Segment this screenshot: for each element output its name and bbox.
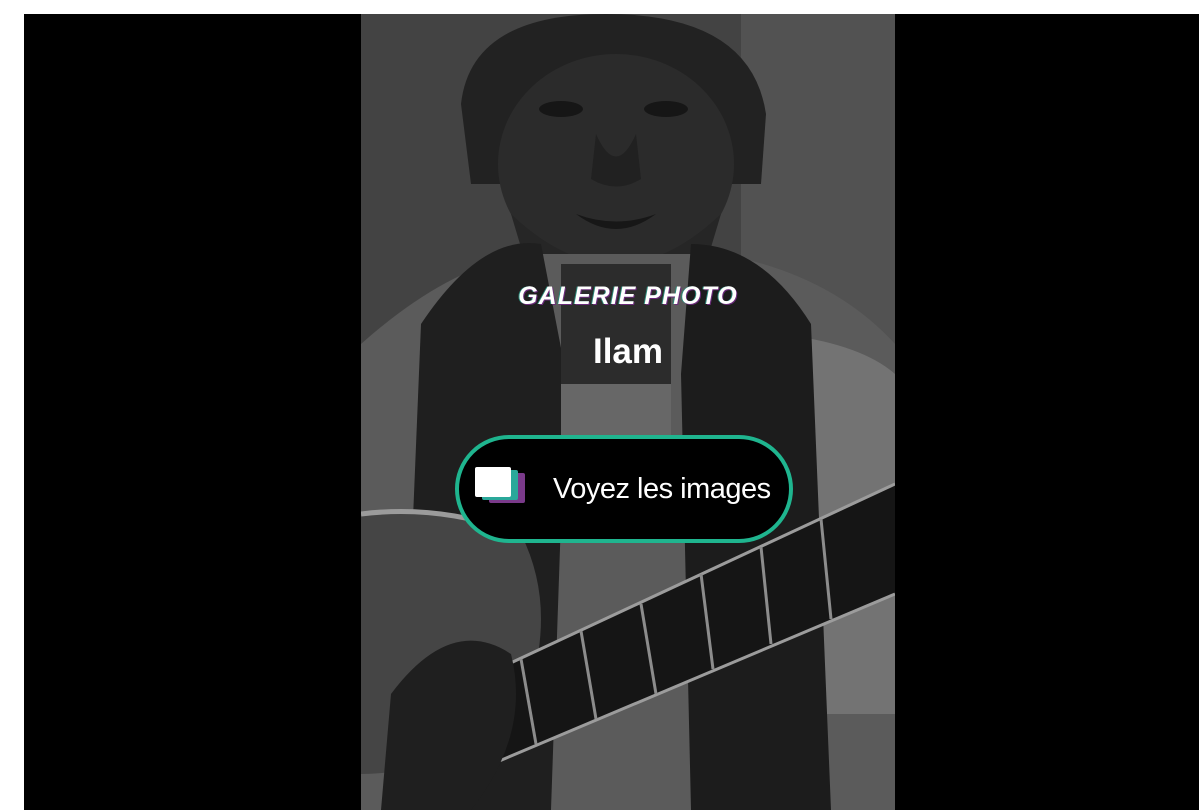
artist-photo: GALERIE PHOTO Ilam Voyez les images [361, 14, 895, 810]
gallery-kicker: GALERIE PHOTO [518, 282, 738, 310]
image-stack-icon [475, 467, 529, 511]
view-images-label: Voyez les images [553, 472, 771, 505]
dark-overlay [361, 14, 895, 810]
view-images-button[interactable]: Voyez les images [455, 435, 793, 543]
gallery-title: Ilam [592, 332, 664, 371]
gallery-frame: GALERIE PHOTO Ilam Voyez les images [24, 14, 1199, 810]
